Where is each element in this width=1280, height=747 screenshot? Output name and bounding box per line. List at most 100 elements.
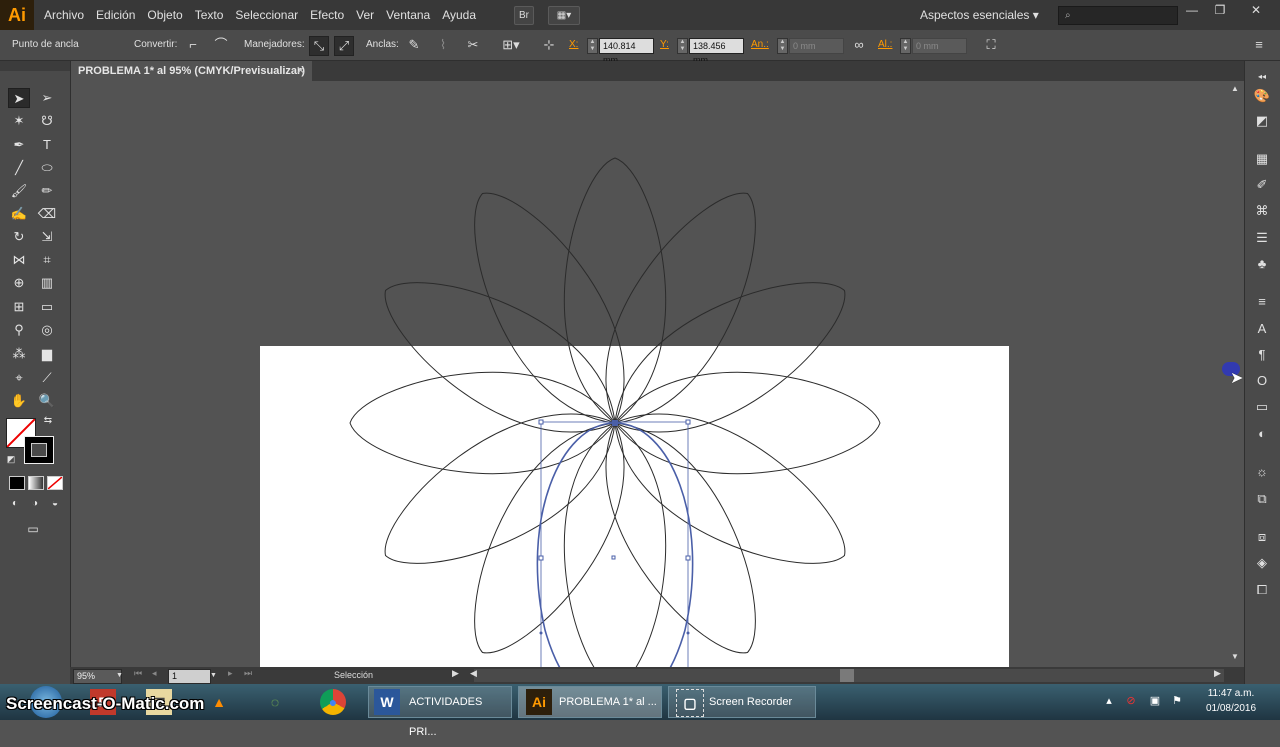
tray-expand-icon[interactable]: ▴ [1102,694,1116,708]
align-panel-icon[interactable]: ☰ [1252,228,1272,248]
shape-builder-tool-icon[interactable]: ⊕ [8,273,30,293]
chrome-icon[interactable]: ● [320,689,346,715]
status-menu-icon[interactable]: ▶ [452,668,459,679]
opentype-panel-icon[interactable]: O [1252,371,1272,391]
blend-tool-icon[interactable]: ◎ [36,320,58,340]
transform-reference-icon[interactable]: ⊹ [540,36,558,54]
draw-inside-icon[interactable]: ◒ [46,496,64,512]
graphic-styles-icon[interactable]: ♣ [1252,254,1272,274]
color-panel-icon[interactable]: 🎨 [1252,86,1272,106]
slice-tool-icon[interactable]: ⟋ [36,368,58,388]
link-proportions-icon[interactable]: ∞ [850,36,868,54]
color-guide-icon[interactable]: ◩ [1252,111,1272,131]
menu-ver[interactable]: Ver [350,0,380,30]
menu-archivo[interactable]: Archivo [38,0,90,30]
scroll-down-icon[interactable]: ▼ [1229,652,1241,664]
gradient-mode-icon[interactable] [28,476,44,490]
minimize-button[interactable]: — [1182,3,1202,17]
hand-tool-icon[interactable]: ✋ [8,391,30,411]
arrange-documents-button[interactable]: ▦▾ [548,6,580,25]
symbol-sprayer-tool-icon[interactable]: ⁂ [8,344,30,364]
rotate-tool-icon[interactable]: ↻ [8,227,30,247]
line-tool-icon[interactable]: ╱ [8,158,30,178]
bridge-button[interactable]: Br [514,6,534,25]
menu-texto[interactable]: Texto [189,0,230,30]
search-input[interactable]: ⌕ [1058,6,1178,25]
workspace-switcher[interactable]: Aspectos esenciales ▾ [920,0,1039,30]
symbols-panel-icon[interactable]: ⌘ [1252,201,1272,221]
pathfinder-panel-icon[interactable]: ⧈ [1252,527,1272,547]
zoom-dropdown-icon[interactable]: ▼ [116,669,126,682]
pencil-tool-icon[interactable]: ✏ [36,181,58,201]
artboards-panel-icon[interactable]: ⧠ [1252,580,1272,600]
stroke-panel-icon[interactable]: ≡ [1252,292,1272,312]
scale-tool-icon[interactable]: ⇲ [36,227,58,247]
swap-fill-stroke-icon[interactable]: ⇆ [40,414,56,428]
convert-corner-icon[interactable]: ⌐ [184,36,202,54]
scroll-right-icon[interactable]: ▶ [1214,668,1221,679]
magic-wand-tool-icon[interactable]: ✶ [8,111,30,131]
isolate-icon[interactable]: ⛶ [982,36,1000,54]
stroke-swatch[interactable] [24,436,54,464]
zoom-select[interactable]: 95% [73,669,122,684]
artboard-tool-icon[interactable]: ⌖ [8,368,30,388]
menu-seleccionar[interactable]: Seleccionar [229,0,304,30]
direct-selection-tool-icon[interactable]: ➢ [36,88,58,108]
remove-anchor-icon[interactable]: ✎ [405,36,423,54]
x-stepper[interactable]: ▲ ▼ [587,38,598,54]
status-tool-label[interactable]: Selección [334,667,373,684]
swatches-panel-icon[interactable]: ▦ [1252,149,1272,169]
column-graph-tool-icon[interactable]: ▆ [36,344,58,364]
menu-ayuda[interactable]: Ayuda [436,0,482,30]
tray-flag-icon[interactable]: ⚑ [1170,694,1184,708]
graph-tool-icon[interactable]: ▥ [36,273,58,293]
brushes-panel-icon[interactable]: ✐ [1252,175,1272,195]
artwork-canvas[interactable] [70,81,1228,667]
blob-brush-tool-icon[interactable]: ✍ [8,204,30,224]
free-transform-tool-icon[interactable]: ⌗ [36,250,58,270]
y-field[interactable]: 138.456 mm [689,38,744,65]
paintbrush-tool-icon[interactable]: 🖌 [8,181,30,201]
tools-panel-header[interactable] [0,61,70,71]
zoom-tool-icon[interactable]: 🔍 [36,391,58,411]
tab-close-button[interactable]: ✕ [296,61,308,81]
eyedropper-tool-icon[interactable]: ⚲ [8,320,30,340]
convert-smooth-icon[interactable]: ⌒ [212,36,230,54]
layers-panel-icon[interactable]: ◈ [1252,553,1272,573]
character-panel-icon[interactable]: A [1252,319,1272,339]
scroll-left-icon[interactable]: ◀ [470,668,477,679]
hide-handles-icon[interactable]: ⤢ [334,36,354,56]
x-field[interactable]: 140.814 mm [599,38,654,65]
maximize-button[interactable]: ❐ [1210,3,1230,17]
screen-mode-icon[interactable]: ▭ [22,519,44,539]
show-handles-icon[interactable]: ⤡ [309,36,329,56]
none-mode-icon[interactable] [47,476,63,490]
color-mode-icon[interactable] [9,476,25,490]
gradient-tool-icon[interactable]: ▭ [36,297,58,317]
transform-panel-icon[interactable]: ⧉ [1252,489,1272,509]
artboard-number-field[interactable]: 1 [168,669,211,684]
horizontal-scroll-thumb[interactable] [840,669,854,682]
scroll-up-icon[interactable]: ▲ [1229,84,1241,96]
gradient-panel-icon[interactable]: ▭ [1252,397,1272,417]
type-tool-icon[interactable]: T [36,135,58,155]
lasso-tool-icon[interactable]: ☋ [36,111,58,131]
menu-edicion[interactable]: Edición [90,0,141,30]
eraser-tool-icon[interactable]: ⌫ [36,204,58,224]
selection-tool-icon[interactable]: ➤ [8,88,30,108]
menu-efecto[interactable]: Efecto [304,0,350,30]
collapse-dock-icon[interactable]: ◂◂ [1252,72,1272,82]
panel-menu-icon[interactable]: ≡ [1250,36,1268,54]
align-options-icon[interactable]: ⊞▾ [502,36,520,54]
pen-tool-icon[interactable]: ✒ [8,135,30,155]
taskbar-clock[interactable]: 11:47 a.m. 01/08/2016 [1188,686,1274,716]
default-colors-icon[interactable]: ◩ [4,452,18,466]
width-tool-icon[interactable]: ⋈ [8,250,30,270]
document-tab[interactable]: PROBLEMA 1* al 95% (CMYK/Previsualizar) [70,61,312,81]
draw-behind-icon[interactable]: ◑ [26,496,44,512]
menu-objeto[interactable]: Objeto [141,0,188,30]
tray-network-icon[interactable]: ⊘ [1124,694,1138,708]
close-button[interactable]: ✕ [1246,3,1266,17]
transparency-panel-icon[interactable]: ◐ [1252,424,1272,444]
cut-path-icon[interactable]: ✂ [464,36,482,54]
